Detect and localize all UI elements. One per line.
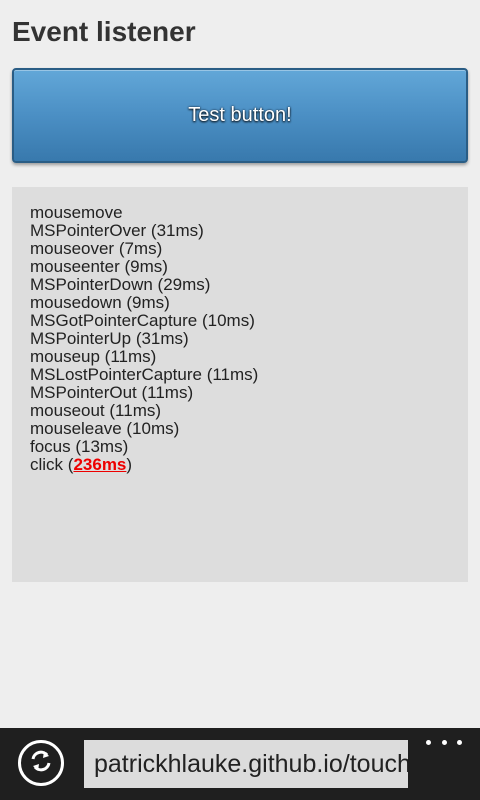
refresh-button[interactable] xyxy=(18,740,64,786)
paren-open: ( xyxy=(63,455,74,474)
log-line: mouseenter (9ms) xyxy=(30,257,168,276)
click-delay-highlight: 236ms xyxy=(73,455,127,474)
log-line: focus (13ms) xyxy=(30,437,129,456)
event-log: mousemove MSPointerOver (31ms) mouseover… xyxy=(12,187,468,582)
log-line: MSPointerOver (31ms) xyxy=(30,221,204,240)
log-line: MSLostPointerCapture (11ms) xyxy=(30,365,259,384)
log-line: mousedown (9ms) xyxy=(30,293,170,312)
page-title: Event listener xyxy=(12,16,196,47)
log-line: mousemove xyxy=(30,203,123,222)
log-line: MSPointerOut (11ms) xyxy=(30,383,194,402)
log-line: MSPointerUp (31ms) xyxy=(30,329,189,348)
log-line: MSGotPointerCapture (10ms) xyxy=(30,311,255,330)
more-icon xyxy=(426,739,431,745)
log-line: mouseup (11ms) xyxy=(30,347,157,366)
address-bar[interactable]: patrickhlauke.github.io/touch xyxy=(84,740,408,788)
log-line-click: click (236ms) xyxy=(30,456,468,474)
click-event-label: click xyxy=(30,455,64,474)
log-line: mouseover (7ms) xyxy=(30,239,163,258)
paren-close: ) xyxy=(126,455,133,474)
log-line: MSPointerDown (29ms) xyxy=(30,275,211,294)
more-icon xyxy=(457,739,462,745)
more-options-button[interactable] xyxy=(426,732,462,752)
more-icon xyxy=(441,739,447,745)
test-button[interactable]: Test button! xyxy=(12,68,468,163)
log-line: mouseleave (10ms) xyxy=(30,419,180,438)
log-line: mouseout (11ms) xyxy=(30,401,162,420)
refresh-icon xyxy=(28,748,54,779)
browser-app-bar: patrickhlauke.github.io/touch xyxy=(0,728,480,800)
